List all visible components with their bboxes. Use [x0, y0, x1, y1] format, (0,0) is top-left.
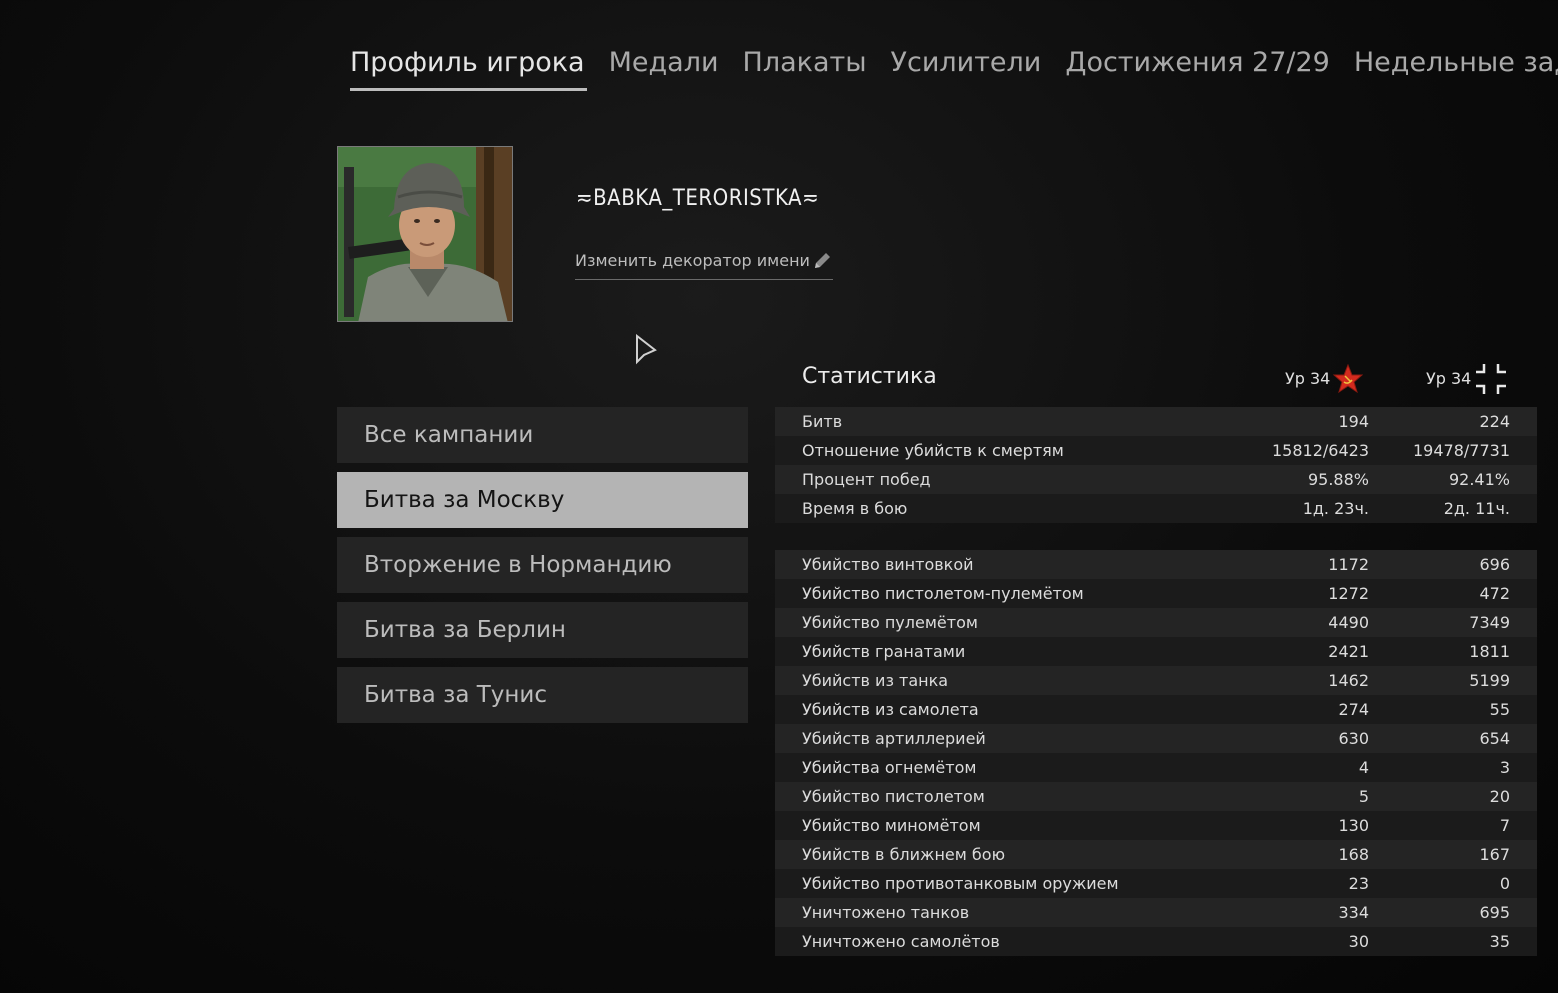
campaign-moscow[interactable]: Битва за Москву	[337, 472, 748, 528]
stat-value-axis: 654	[1479, 729, 1510, 748]
stat-value-axis: 3	[1499, 758, 1510, 777]
stat-label: Убийство пистолетом-пулемётом	[802, 584, 1084, 603]
stat-value-allies: 1462	[1328, 671, 1369, 690]
stat-value-allies: 95.88%	[1307, 470, 1369, 489]
table-row: Убийство винтовкой 1172 696	[775, 550, 1537, 579]
campaign-all[interactable]: Все кампании	[337, 407, 748, 463]
table-row: Время в бою 1д. 23ч. 2д. 11ч.	[775, 494, 1537, 523]
table-row: Убийства огнемётом 4 3	[775, 753, 1537, 782]
stats-title: Статистика	[802, 364, 937, 389]
stat-value-axis: 0	[1499, 874, 1510, 893]
stat-value-allies: 15812/6423	[1271, 441, 1369, 460]
player-name: ≂BABKA_TERORISTKA≂	[576, 186, 820, 211]
axis-level: Ур 34	[1426, 369, 1472, 388]
stat-value-allies: 4490	[1328, 613, 1369, 632]
stat-label: Убийств из самолета	[802, 700, 979, 719]
stat-label: Уничтожено самолётов	[802, 932, 1000, 951]
tab-posters[interactable]: Плакаты	[743, 44, 867, 92]
table-row: Убийство противотанковым оружием 23 0	[775, 869, 1537, 898]
stat-value-allies: 274	[1338, 700, 1369, 719]
stat-label: Убийство пистолетом	[802, 787, 985, 806]
campaign-tunisia[interactable]: Битва за Тунис	[337, 667, 748, 723]
stat-value-axis: 20	[1489, 787, 1510, 806]
stat-label: Убийство миномётом	[802, 816, 981, 835]
stat-value-allies: 23	[1348, 874, 1369, 893]
table-row: Уничтожено танков 334 695	[775, 898, 1537, 927]
tab-weekly-tasks[interactable]: Недельные задачи	[1354, 44, 1558, 92]
stat-value-axis: 696	[1479, 555, 1510, 574]
stat-value-axis: 92.41%	[1448, 470, 1510, 489]
tab-medals[interactable]: Медали	[609, 44, 719, 92]
campaign-berlin[interactable]: Битва за Берлин	[337, 602, 748, 658]
stat-value-axis: 7	[1499, 816, 1510, 835]
stat-value-allies: 334	[1338, 903, 1369, 922]
stat-value-allies: 130	[1338, 816, 1369, 835]
stats-summary-table: Битв 194 224 Отношение убийств к смертям 15…	[775, 407, 1537, 523]
stat-label: Отношение убийств к смертям	[802, 441, 1064, 460]
table-row: Убийств из самолета 274 55	[775, 695, 1537, 724]
stat-label: Убийство противотанковым оружием	[802, 874, 1119, 893]
stat-label: Процент побед	[802, 470, 931, 489]
table-row: Убийств гранатами 2421 1811	[775, 637, 1537, 666]
stat-label: Битв	[802, 412, 843, 431]
table-row: Убийство пулемётом 4490 7349	[775, 608, 1537, 637]
stat-value-axis: 695	[1479, 903, 1510, 922]
stat-value-axis: 472	[1479, 584, 1510, 603]
stat-value-axis: 35	[1489, 932, 1510, 951]
stat-value-allies: 4	[1358, 758, 1369, 777]
stat-value-axis: 55	[1489, 700, 1510, 719]
stat-label: Убийств из танка	[802, 671, 949, 690]
campaign-list: Все кампании Битва за Москву Вторжение в…	[337, 407, 748, 732]
stat-label: Время в бою	[802, 499, 908, 518]
stat-value-allies: 5	[1358, 787, 1369, 806]
stat-value-axis: 19478/7731	[1412, 441, 1510, 460]
stat-label: Убийство пулемётом	[802, 613, 978, 632]
stat-value-axis: 7349	[1469, 613, 1510, 632]
table-row: Процент побед 95.88% 92.41%	[775, 465, 1537, 494]
table-row: Убийств в ближнем бою 168 167	[775, 840, 1537, 869]
stat-value-axis: 224	[1479, 412, 1510, 431]
stat-value-axis: 167	[1479, 845, 1510, 864]
table-row: Уничтожено самолётов 30 35	[775, 927, 1537, 956]
table-row: Убийство пистолетом-пулемётом 1272 472	[775, 579, 1537, 608]
pencil-icon	[815, 253, 830, 268]
stat-value-allies: 168	[1338, 845, 1369, 864]
stats-kills-table: Убийство винтовкой 1172 696 Убийство писто…	[775, 550, 1537, 956]
tab-player-profile[interactable]: Профиль игрока	[350, 44, 587, 92]
tab-boosters[interactable]: Усилители	[891, 44, 1042, 92]
table-row: Убийство пистолетом 5 20	[775, 782, 1537, 811]
stat-label: Убийства огнемётом	[802, 758, 977, 777]
change-name-decorator-button[interactable]: Изменить декоратор имени	[575, 246, 833, 280]
tab-achievements[interactable]: Достижения 27/29	[1065, 44, 1330, 92]
stat-value-allies: 194	[1338, 412, 1369, 431]
allies-level: Ур 34	[1285, 369, 1331, 388]
stat-label: Убийство винтовкой	[802, 555, 974, 574]
stat-value-allies: 1д. 23ч.	[1302, 499, 1369, 518]
stat-value-allies: 630	[1338, 729, 1369, 748]
stat-value-axis: 1811	[1469, 642, 1510, 661]
stat-value-allies: 30	[1348, 932, 1369, 951]
stat-value-allies: 2421	[1328, 642, 1369, 661]
profile-tabs: Профиль игрока Медали Плакаты Усилители Дост…	[350, 44, 1558, 94]
soldier-portrait-icon	[338, 147, 512, 321]
table-row: Убийств из танка 1462 5199	[775, 666, 1537, 695]
table-row: Убийств артиллерией 630 654	[775, 724, 1537, 753]
stat-label: Уничтожено танков	[802, 903, 970, 922]
stat-value-allies: 1272	[1328, 584, 1369, 603]
stat-value-axis: 2д. 11ч.	[1443, 499, 1510, 518]
balkenkreuz-icon	[1476, 364, 1506, 394]
stat-label: Убийств гранатами	[802, 642, 966, 661]
table-row: Отношение убийств к смертям 15812/6423 194…	[775, 436, 1537, 465]
table-row: Убийство миномётом 130 7	[775, 811, 1537, 840]
campaign-normandy[interactable]: Вторжение в Нормандию	[337, 537, 748, 593]
table-row: Битв 194 224	[775, 407, 1537, 436]
stat-value-axis: 5199	[1469, 671, 1510, 690]
soldier-portrait-avatar[interactable]	[337, 146, 513, 322]
mouse-cursor-icon	[636, 334, 657, 365]
stat-label: Убийств артиллерией	[802, 729, 986, 748]
stat-value-allies: 1172	[1328, 555, 1369, 574]
change-name-decorator-label: Изменить декоратор имени	[575, 251, 810, 270]
red-star-icon	[1333, 364, 1363, 394]
stat-label: Убийств в ближнем бою	[802, 845, 1006, 864]
